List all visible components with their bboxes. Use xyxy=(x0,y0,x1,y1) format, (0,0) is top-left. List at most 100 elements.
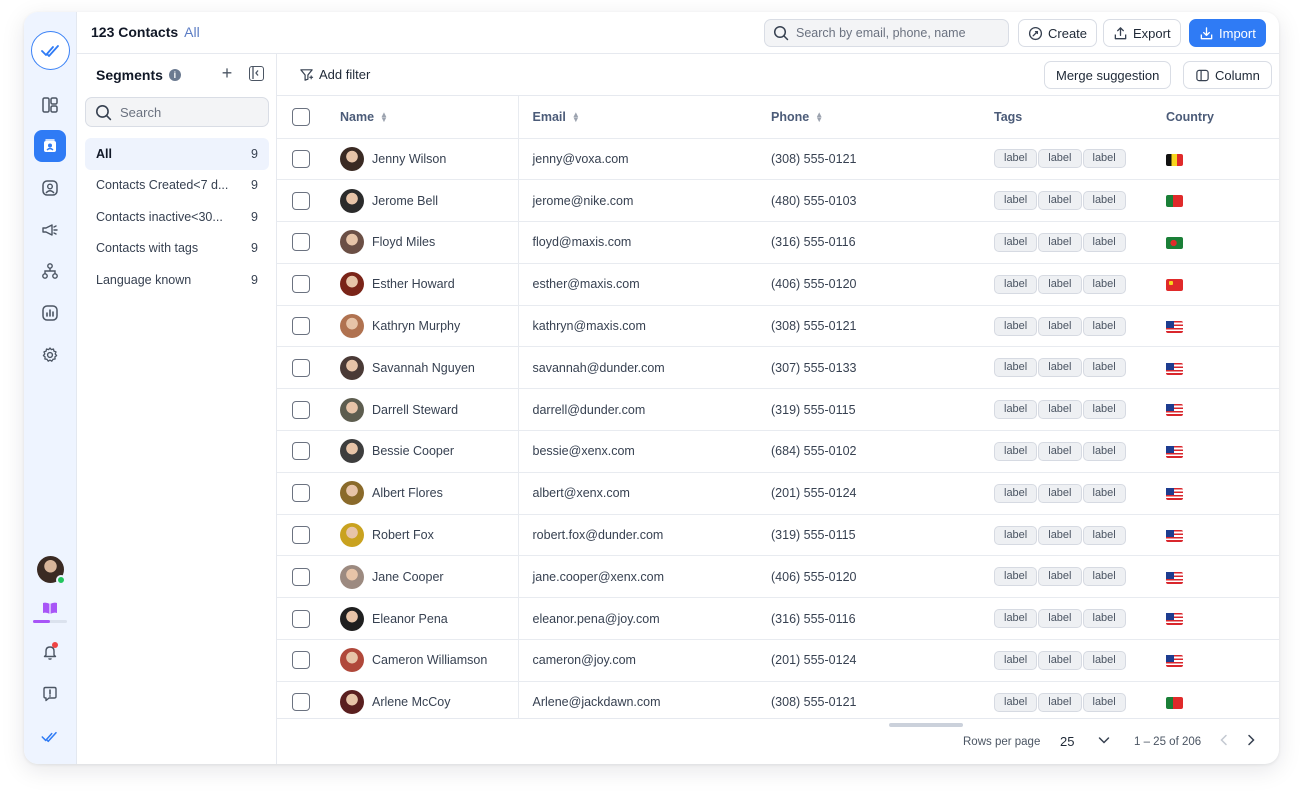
contact-name[interactable]: Albert Flores xyxy=(372,486,443,500)
tag-chip[interactable]: label xyxy=(994,525,1038,545)
contact-name[interactable]: Esther Howard xyxy=(372,277,455,291)
tag-chip[interactable]: label xyxy=(1038,650,1082,670)
row-checkbox[interactable] xyxy=(292,149,310,168)
tag-chip[interactable]: label xyxy=(1082,525,1126,545)
logo-check-icon[interactable] xyxy=(31,31,70,70)
info-icon[interactable]: i xyxy=(168,69,181,81)
tag-chip[interactable]: label xyxy=(994,483,1038,503)
row-checkbox[interactable] xyxy=(292,358,310,377)
tag-chip[interactable]: label xyxy=(1038,232,1082,252)
row-checkbox[interactable] xyxy=(292,484,310,503)
tag-chip[interactable]: label xyxy=(1038,692,1082,712)
row-checkbox[interactable] xyxy=(292,693,310,712)
avatar[interactable] xyxy=(37,556,66,585)
contact-name[interactable]: Arlene McCoy xyxy=(372,695,451,709)
chevron-down-icon[interactable] xyxy=(1097,733,1111,752)
row-checkbox[interactable] xyxy=(292,317,310,336)
segment-item[interactable]: Language known 9 xyxy=(85,264,269,296)
contact-name[interactable]: Savannah Nguyen xyxy=(372,361,475,375)
tag-chip[interactable]: label xyxy=(1038,400,1082,420)
tag-chip[interactable]: label xyxy=(994,650,1038,670)
global-search-box[interactable] xyxy=(764,19,1009,47)
segment-search-input[interactable] xyxy=(120,104,260,120)
contact-name[interactable]: Kathryn Murphy xyxy=(372,319,460,333)
tag-chip[interactable]: label xyxy=(1082,483,1126,503)
help-icon[interactable] xyxy=(34,678,66,710)
user-circle-icon[interactable] xyxy=(34,172,66,204)
row-checkbox[interactable] xyxy=(292,275,310,294)
import-button[interactable]: Import xyxy=(1189,19,1266,47)
row-checkbox[interactable] xyxy=(292,191,310,210)
brand-check-icon[interactable] xyxy=(34,721,66,753)
tag-chip[interactable]: label xyxy=(1038,274,1082,294)
contact-name[interactable]: Bessie Cooper xyxy=(372,444,454,458)
table-row[interactable]: Albert Flores albert@xenx.com (201) 555-01… xyxy=(277,472,1279,515)
table-row[interactable]: Eleanor Pena eleanor.pena@joy.com (316) 55… xyxy=(277,597,1279,641)
analytics-icon[interactable] xyxy=(34,297,66,329)
tag-chip[interactable]: label xyxy=(994,191,1038,211)
layout-icon[interactable] xyxy=(34,89,66,121)
tag-chip[interactable]: label xyxy=(1082,400,1126,420)
contact-name[interactable]: Jerome Bell xyxy=(372,194,438,208)
row-checkbox[interactable] xyxy=(292,442,310,461)
tag-chip[interactable]: label xyxy=(1082,191,1126,211)
tag-chip[interactable]: label xyxy=(1082,650,1126,670)
select-all-checkbox[interactable] xyxy=(292,107,310,126)
sort-icon[interactable]: ▲ ▼ xyxy=(572,111,580,124)
hierarchy-icon[interactable] xyxy=(34,255,66,287)
row-checkbox[interactable] xyxy=(292,400,310,419)
table-row[interactable]: Arlene McCoy Arlene@jackdawn.com (308) 555… xyxy=(277,681,1279,718)
settings-icon[interactable] xyxy=(34,339,66,371)
segment-search-box[interactable] xyxy=(85,97,269,127)
column-button[interactable]: Column xyxy=(1183,61,1272,89)
contact-name[interactable]: Jenny Wilson xyxy=(372,152,446,166)
table-row[interactable]: Cameron Williamson cameron@joy.com (201) 5… xyxy=(277,639,1279,682)
row-checkbox[interactable] xyxy=(292,526,310,545)
table-row[interactable]: Jerome Bell jerome@nike.com (480) 555-0103… xyxy=(277,179,1279,223)
add-segment-button[interactable]: + xyxy=(218,64,236,82)
table-row[interactable]: Esther Howard esther@maxis.com (406) 555-0… xyxy=(277,263,1279,306)
row-checkbox[interactable] xyxy=(292,567,310,586)
tag-chip[interactable]: label xyxy=(1082,316,1126,336)
bell-icon[interactable] xyxy=(34,636,66,668)
tag-chip[interactable]: label xyxy=(1082,567,1126,587)
segment-item[interactable]: Contacts Created<7 d... 9 xyxy=(85,170,269,202)
tag-chip[interactable]: label xyxy=(1038,149,1082,169)
global-search-input[interactable] xyxy=(796,26,996,40)
tag-chip[interactable]: label xyxy=(994,232,1038,252)
tag-chip[interactable]: label xyxy=(994,400,1038,420)
table-row[interactable]: Jenny Wilson jenny@voxa.com (308) 555-0121… xyxy=(277,138,1279,181)
table-row[interactable]: Savannah Nguyen savannah@dunder.com (307) … xyxy=(277,346,1279,390)
megaphone-icon[interactable] xyxy=(34,214,66,246)
table-row[interactable]: Floyd Miles floyd@maxis.com (316) 555-0116… xyxy=(277,221,1279,264)
add-filter-button[interactable]: Add filter xyxy=(299,67,370,82)
segment-item[interactable]: Contacts inactive<30... 9 xyxy=(85,201,269,233)
collapse-panel-icon[interactable] xyxy=(249,66,264,81)
tag-chip[interactable]: label xyxy=(994,274,1038,294)
table-row[interactable]: Jane Cooper jane.cooper@xenx.com (406) 555… xyxy=(277,555,1279,599)
contact-name[interactable]: Eleanor Pena xyxy=(372,612,448,626)
contact-name[interactable]: Floyd Miles xyxy=(372,235,435,249)
tag-chip[interactable]: label xyxy=(1082,441,1126,461)
table-row[interactable]: Darrell Steward darrell@dunder.com (319) 5… xyxy=(277,388,1279,432)
tag-chip[interactable]: label xyxy=(1038,567,1082,587)
table-row[interactable]: Robert Fox robert.fox@dunder.com (319) 555… xyxy=(277,514,1279,557)
contact-name[interactable]: Robert Fox xyxy=(372,528,434,542)
tag-chip[interactable]: label xyxy=(994,692,1038,712)
sort-icon[interactable]: ▲ ▼ xyxy=(815,111,823,124)
rows-per-page-value[interactable]: 25 xyxy=(1060,734,1074,749)
sort-icon[interactable]: ▲ ▼ xyxy=(380,111,388,124)
next-page-icon[interactable] xyxy=(1244,733,1258,752)
export-button[interactable]: Export xyxy=(1103,19,1181,47)
tag-chip[interactable]: label xyxy=(1082,609,1126,629)
tag-chip[interactable]: label xyxy=(1038,316,1082,336)
contacts-icon[interactable] xyxy=(34,130,66,162)
segment-item[interactable]: Contacts with tags 9 xyxy=(85,233,269,265)
tag-chip[interactable]: label xyxy=(1082,692,1126,712)
contact-name[interactable]: Jane Cooper xyxy=(372,570,444,584)
tag-chip[interactable]: label xyxy=(1038,525,1082,545)
contact-name[interactable]: Darrell Steward xyxy=(372,403,458,417)
tag-chip[interactable]: label xyxy=(1082,274,1126,294)
tag-chip[interactable]: label xyxy=(1082,358,1126,378)
tag-chip[interactable]: label xyxy=(1082,149,1126,169)
